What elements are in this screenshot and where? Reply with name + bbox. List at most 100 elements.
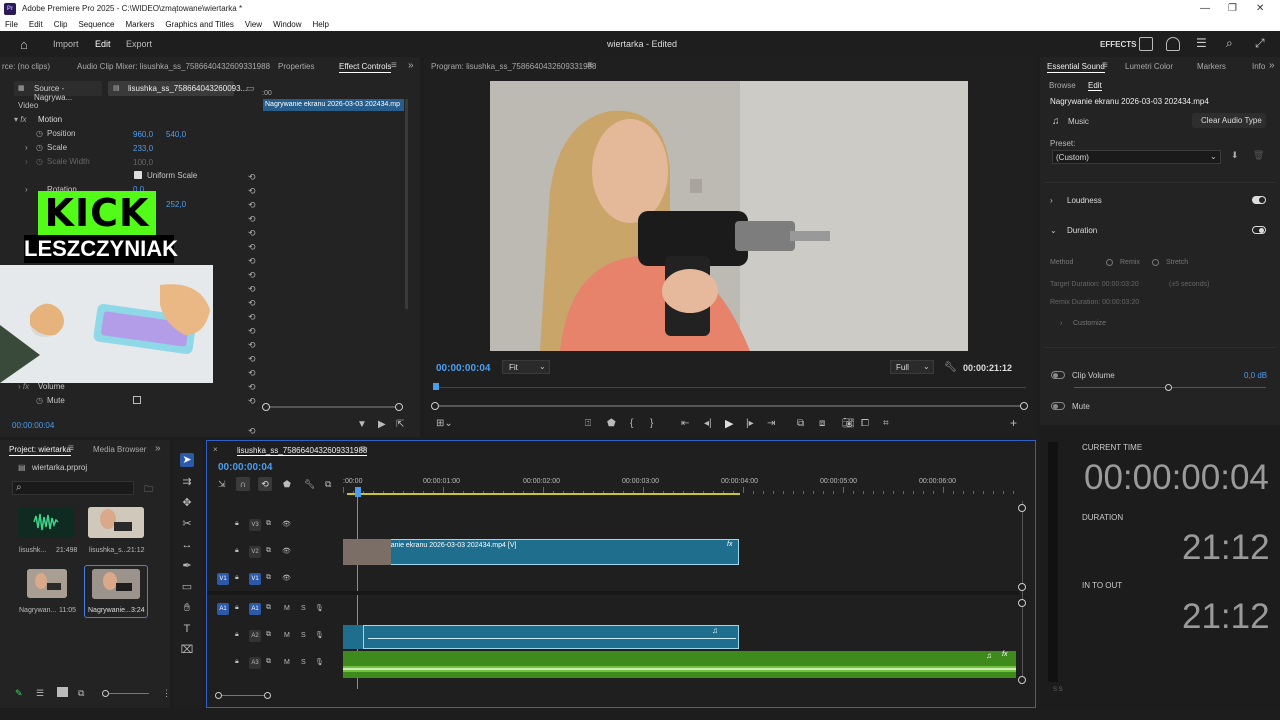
preset-select[interactable]: (Custom) ⌄: [1052, 150, 1221, 164]
more-icon[interactable]: ⋮: [162, 688, 171, 699]
more-tabs-icon[interactable]: »: [155, 443, 161, 454]
source-patch-v1[interactable]: V1: [217, 573, 229, 585]
menu-item-clip[interactable]: Clip: [54, 18, 68, 31]
lock-icon[interactable]: 🔒︎: [235, 520, 239, 528]
import-tab[interactable]: Import: [53, 39, 79, 49]
track-target-v1[interactable]: V1: [249, 573, 261, 585]
a-scroll-handle-top[interactable]: [1018, 599, 1026, 607]
reset-parameter-icon[interactable]: ⟲: [248, 172, 256, 183]
es-edit-tab[interactable]: Edit: [1088, 81, 1102, 91]
caption-tool-icon[interactable]: ⌧: [180, 643, 194, 657]
comparison-icon[interactable]: ⧠: [861, 418, 869, 429]
rotation-expand-icon[interactable]: ›: [25, 185, 28, 194]
reset-parameter-icon[interactable]: ⟲: [248, 312, 256, 323]
loudness-toggle[interactable]: [1252, 196, 1266, 204]
wrench-icon[interactable]: 🔧︎: [944, 362, 957, 373]
meter-solo-icon[interactable]: S S: [1053, 687, 1063, 693]
slip-tool-icon[interactable]: ↔: [180, 538, 194, 552]
position-x-value[interactable]: 960,0: [133, 130, 153, 139]
mute-track-icon[interactable]: M: [284, 659, 290, 666]
track-target-v3[interactable]: V3: [249, 519, 261, 531]
reset-parameter-icon[interactable]: ⟲: [248, 326, 256, 337]
list-view-icon[interactable]: ☰: [36, 688, 44, 699]
source-clip-tab[interactable]: ▦ Source - Nagrywa...: [14, 81, 102, 102]
freeform-view-icon[interactable]: ⧉: [78, 688, 84, 699]
clip-volume-value[interactable]: 0,0 dB: [1244, 371, 1267, 380]
h-scroll-handle-right[interactable]: [264, 692, 271, 699]
save-preset-icon[interactable]: ⬇: [1231, 150, 1239, 161]
go-to-in-icon[interactable]: ⇤: [681, 418, 689, 429]
settings-icon[interactable]: ⊞⌄: [436, 418, 453, 429]
step-back-icon[interactable]: ◂|: [704, 418, 712, 429]
add-marker-icon[interactable]: ⬟: [607, 418, 616, 429]
zoom-slider[interactable]: [104, 693, 149, 694]
sync-lock-icon[interactable]: ⧉: [266, 604, 271, 612]
mark-out-icon[interactable]: }: [650, 418, 653, 429]
export-tab[interactable]: Export: [126, 39, 152, 49]
effects-button[interactable]: EFFECTS: [1100, 40, 1136, 49]
menu-item-edit[interactable]: Edit: [29, 18, 43, 31]
reset-parameter-icon[interactable]: ⟲: [248, 340, 256, 351]
loudness-expand-icon[interactable]: ›: [1050, 196, 1053, 205]
ec-zoom-left-handle[interactable]: [262, 403, 270, 411]
tab-lumetri-color[interactable]: Lumetri Color: [1125, 62, 1173, 71]
menu-item-window[interactable]: Window: [273, 18, 301, 31]
program-zoom-bar[interactable]: [436, 405, 1024, 407]
reset-parameter-icon[interactable]: ⟲: [248, 228, 256, 239]
v-scroll-handle-bottom[interactable]: [1018, 583, 1026, 591]
close-icon[interactable]: ×: [213, 445, 218, 454]
clip-volume-toggle[interactable]: [1051, 371, 1065, 379]
reset-parameter-icon[interactable]: ⟲: [248, 382, 256, 393]
reset-parameter-icon[interactable]: ⟲: [248, 284, 256, 295]
clear-audio-type-button[interactable]: Clear Audio Type: [1192, 113, 1266, 128]
resolution-select[interactable]: Full ⌄: [890, 360, 934, 374]
razor-tool-icon[interactable]: ✂: [180, 517, 194, 531]
lift-icon[interactable]: ⍐: [585, 418, 591, 429]
menu-icon[interactable]: ☰: [1196, 36, 1207, 50]
caption-icon[interactable]: ⧉: [325, 479, 331, 490]
menu-item-help[interactable]: Help: [313, 18, 329, 31]
mute-toggle[interactable]: [1051, 402, 1065, 410]
reset-parameter-icon[interactable]: ⟲: [248, 354, 256, 365]
lock-icon[interactable]: 🔒︎: [235, 658, 239, 666]
program-playhead[interactable]: [433, 383, 439, 390]
ripple-edit-tool-icon[interactable]: ✥: [180, 496, 194, 510]
snap-icon[interactable]: ∩: [236, 477, 250, 491]
a-scroll-handle-bottom[interactable]: [1018, 676, 1026, 684]
a2-clip-head[interactable]: [343, 625, 363, 649]
scale-width-stopwatch-icon[interactable]: ◷: [36, 157, 43, 166]
restore-icon[interactable]: ❐: [1228, 3, 1237, 14]
clip-volume-handle[interactable]: [1165, 384, 1172, 391]
microphone-icon[interactable]: 🎙︎: [315, 658, 324, 666]
reset-parameter-icon[interactable]: ⟲: [248, 426, 256, 437]
scale-width-expand-icon[interactable]: ›: [25, 157, 28, 166]
wrench-icon[interactable]: 🔧︎: [304, 479, 315, 490]
program-ruler[interactable]: [434, 387, 1026, 388]
microphone-icon[interactable]: 🎙︎: [315, 631, 324, 639]
sync-lock-icon[interactable]: ⧉: [266, 574, 271, 582]
add-button-icon[interactable]: +: [1010, 416, 1017, 430]
project-menu-icon[interactable]: ≡: [68, 443, 74, 454]
a2-audio-clip[interactable]: ♫: [363, 625, 739, 649]
panel-icon[interactable]: [1139, 37, 1153, 51]
es-menu-icon[interactable]: ≡: [1102, 60, 1108, 71]
sync-lock-icon[interactable]: ⧉: [266, 547, 271, 555]
tab-properties[interactable]: Properties: [278, 62, 314, 71]
stretch-radio[interactable]: [1152, 259, 1159, 266]
menu-item-sequence[interactable]: Sequence: [78, 18, 114, 31]
horizontal-scrollbar[interactable]: [219, 695, 269, 696]
search-icon[interactable]: ⌕: [1226, 36, 1233, 51]
tab-audio-clip-mixer[interactable]: Audio Clip Mixer: lisushka_ss_7586640432…: [77, 62, 270, 71]
lock-icon[interactable]: 🔒︎: [235, 604, 239, 612]
program-video-frame[interactable]: [490, 81, 968, 351]
duration-toggle[interactable]: [1252, 226, 1266, 234]
insert-sequence-icon[interactable]: ⇲: [218, 479, 226, 490]
reset-parameter-icon[interactable]: ⟲: [248, 242, 256, 253]
solo-track-icon[interactable]: S: [301, 659, 306, 666]
reset-parameter-icon[interactable]: ⟲: [248, 256, 256, 267]
menu-item-view[interactable]: View: [245, 18, 262, 31]
timeline-tab[interactable]: lisushka_ss_7586640432609331988: [237, 446, 368, 456]
playhead-handle[interactable]: [355, 487, 361, 497]
solo-track-icon[interactable]: S: [301, 632, 306, 639]
mute-checkbox[interactable]: [133, 396, 141, 404]
